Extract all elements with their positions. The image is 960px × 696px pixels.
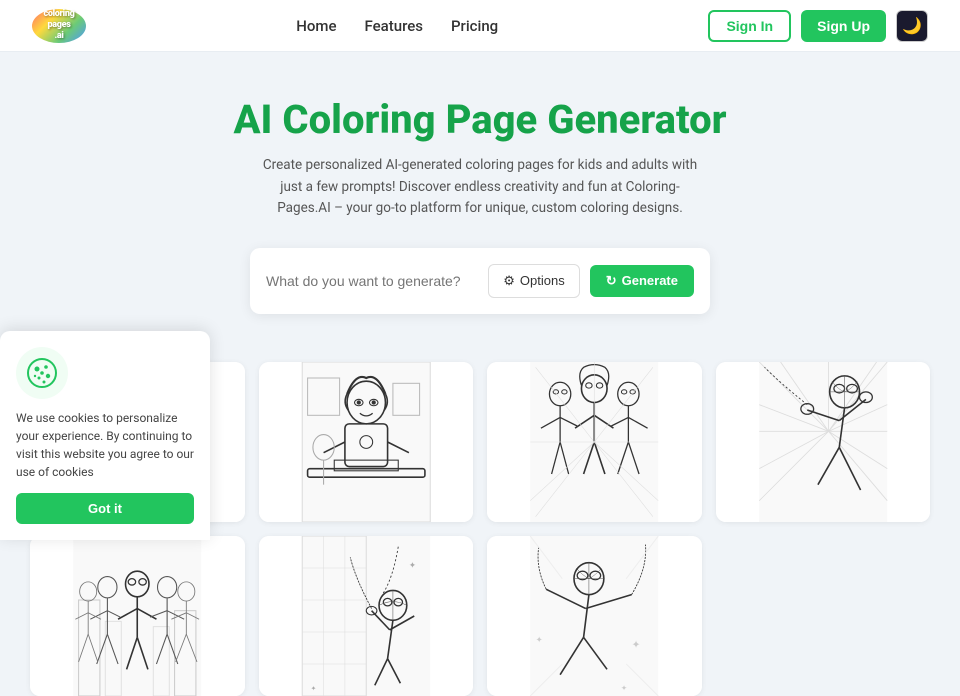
gallery-item-2[interactable] — [259, 362, 474, 522]
cookie-icon-container — [16, 347, 68, 399]
signup-button[interactable]: Sign Up — [801, 10, 886, 42]
gallery-image-3 — [487, 362, 702, 522]
hero-section: AI Coloring Page Generator Create person… — [0, 52, 960, 342]
logo: coloringpages.ai — [32, 9, 86, 43]
svg-text:✦: ✦ — [310, 684, 315, 692]
gallery-item-3[interactable] — [487, 362, 702, 522]
cookie-text: We use cookies to personalize your exper… — [16, 409, 194, 481]
nav-pricing[interactable]: Pricing — [451, 17, 498, 35]
nav-links: Home Features Pricing — [296, 17, 498, 35]
gallery-image-2 — [259, 362, 474, 522]
gallery-item-5[interactable] — [30, 536, 245, 696]
generate-label: Generate — [622, 273, 678, 288]
gallery-image-4 — [716, 362, 931, 522]
nav-features[interactable]: Features — [365, 17, 423, 35]
gear-icon: ⚙ — [503, 273, 515, 289]
svg-text:✦: ✦ — [632, 638, 641, 651]
navbar: coloringpages.ai Home Features Pricing S… — [0, 0, 960, 52]
svg-text:✦: ✦ — [536, 635, 544, 645]
hero-subtitle: Create personalized AI-generated colorin… — [260, 155, 700, 220]
gallery-image-5 — [30, 536, 245, 696]
gallery-item-7[interactable]: ✦ ✦ ✦ — [487, 536, 702, 696]
generate-button[interactable]: ↻ Generate — [590, 265, 694, 297]
cookie-banner: We use cookies to personalize your exper… — [0, 331, 210, 540]
nav-actions: Sign In Sign Up 🌙 — [708, 10, 928, 42]
gallery-image-6: ✦ ✦ — [259, 536, 474, 696]
nav-home[interactable]: Home — [296, 17, 336, 35]
options-label: Options — [520, 273, 565, 288]
svg-text:✦: ✦ — [408, 561, 416, 571]
gallery-image-7: ✦ ✦ ✦ — [487, 536, 702, 696]
svg-text:✦: ✦ — [621, 683, 627, 692]
options-button[interactable]: ⚙ Options — [488, 264, 579, 298]
logo-image: coloringpages.ai — [32, 9, 86, 43]
gallery-item-6[interactable]: ✦ ✦ — [259, 536, 474, 696]
signin-button[interactable]: Sign In — [708, 10, 791, 42]
search-input[interactable] — [266, 273, 478, 289]
search-container: ⚙ Options ↻ Generate — [250, 248, 710, 314]
cookie-icon — [26, 357, 58, 389]
hero-title: AI Coloring Page Generator — [20, 96, 940, 143]
gallery-item-4[interactable] — [716, 362, 931, 522]
theme-toggle-button[interactable]: 🌙 — [896, 10, 928, 42]
cookie-accept-button[interactable]: Got it — [16, 493, 194, 524]
refresh-icon: ↻ — [606, 273, 617, 289]
